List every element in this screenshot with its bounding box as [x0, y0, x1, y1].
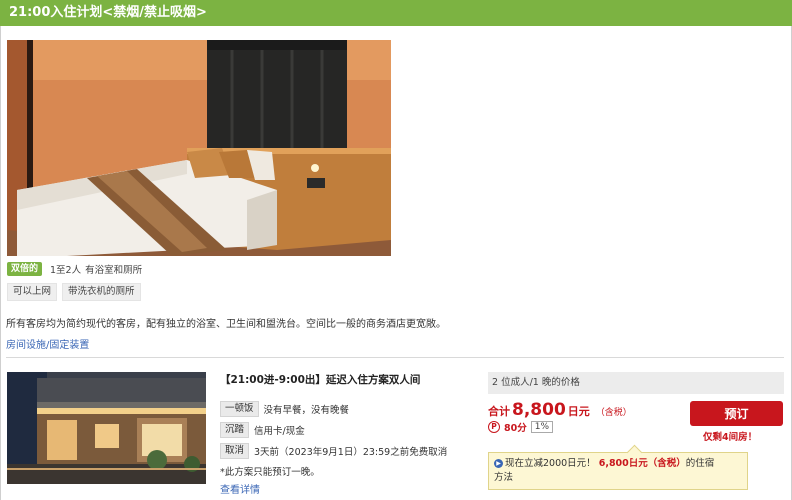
cancel-text: 3天前（2023年9月1日）23:59之前免费取消: [254, 447, 448, 458]
points-value: 80分: [504, 423, 527, 434]
price-tax-note: （含税）: [595, 408, 632, 418]
room-photo-image: [7, 40, 391, 256]
promo-box: ▶ 现在立减2000日元！ 6,800日元（含税）的住宿 方法: [488, 452, 748, 490]
room-bath: 有浴室和厕所: [85, 265, 143, 276]
plan-photo-image: [7, 372, 206, 484]
amenity-chip-washlet: 带洗衣机的厕所: [62, 283, 141, 301]
meals-label: 一顿饭: [220, 401, 259, 417]
promo-line2: 方法: [494, 472, 514, 483]
price-header: 2 位成人/1 晚的价格: [488, 372, 784, 394]
plan-meals-row: 一顿饭 没有早餐，没有晚餐: [220, 401, 349, 417]
section-divider: [6, 357, 784, 358]
room-capacity: 1至2人: [50, 265, 82, 276]
plan-title[interactable]: 【21:00进-9:00出】延迟入住方案双人间: [220, 372, 420, 387]
price-unit: 日元: [567, 405, 590, 418]
plan-header: 21:00入住计划<禁烟/禁止吸烟>: [0, 0, 792, 26]
promo-prefix: 现在立减2000日元！: [505, 458, 596, 469]
book-button[interactable]: 预订: [690, 401, 783, 426]
plan-details-link[interactable]: 查看详情: [220, 481, 260, 496]
points-row: P 80分 1%: [488, 420, 554, 434]
room-photo[interactable]: [7, 40, 391, 256]
price-total: 合计 8,800 日元 （含税）: [488, 400, 632, 420]
payment-label: 沉踏: [220, 422, 250, 438]
points-icon: P: [488, 421, 500, 433]
rooms-left-notice: 仅剩4间房！: [703, 432, 758, 443]
price-amount: 8,800: [512, 400, 566, 420]
price-prefix: 合计: [488, 405, 510, 418]
plan-note: *此方案只能预订一晚。: [220, 467, 320, 478]
plan-payment-row: 沉踏 信用卡/现金: [220, 422, 305, 438]
plan-header-title: 21:00入住计划<禁烟/禁止吸烟>: [9, 5, 207, 20]
room-tag-row: 双倍的 1至2人 有浴室和厕所: [7, 262, 142, 276]
room-description: 所有客房均为简约现代的客房，配有独立的浴室、卫生间和盥洗台。空间比一般的商务酒店…: [6, 319, 446, 330]
promo-amount: 6,800日元（含税）: [598, 458, 686, 469]
room-type-badge: 双倍的: [7, 262, 43, 276]
room-facilities-link[interactable]: 房间设施/固定装置: [6, 336, 89, 351]
plan-cancel-row: 取消 3天前（2023年9月1日）23:59之前免费取消: [220, 443, 447, 459]
payment-text: 信用卡/现金: [254, 426, 305, 437]
plan-photo[interactable]: [7, 372, 206, 484]
room-amenity-chips: 可以上网 带洗衣机的厕所: [7, 283, 141, 301]
points-rate: 1%: [530, 421, 554, 433]
amenity-chip-internet: 可以上网: [7, 283, 58, 301]
meals-text: 没有早餐，没有晚餐: [263, 405, 350, 416]
cancel-label: 取消: [220, 443, 250, 459]
info-arrow-icon: ▶: [494, 459, 503, 468]
promo-suffix: 的住宿: [685, 458, 715, 469]
